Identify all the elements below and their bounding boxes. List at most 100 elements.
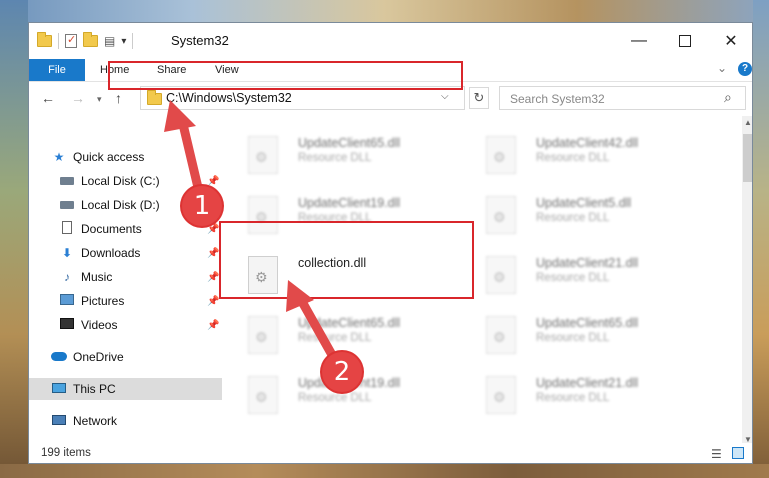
chevron-down-icon[interactable]: ⌵ [441,91,449,102]
divider [132,33,134,49]
sidebar-item-music[interactable]: ♪ Music 📌 [29,266,222,288]
pin-icon[interactable]: 📌 [207,272,219,283]
network-icon [51,414,67,428]
file-type: Resource DLL [298,332,372,344]
sidebar-item-label: Pictures [81,294,125,308]
sidebar-item-label: Videos [81,318,118,332]
file-tile[interactable]: UpdateClient21.dll Resource DLL [460,370,690,424]
close-icon: ✕ [724,33,738,50]
step-1-badge: 1 [182,186,222,226]
videos-icon [59,318,75,332]
dll-file-icon [486,136,516,174]
dll-file-icon [486,316,516,354]
search-icon: ⌕ [724,89,732,105]
minimize-icon: — [631,32,647,49]
maximize-button[interactable] [662,23,708,59]
pin-icon[interactable]: 📌 [207,176,219,187]
file-tile[interactable]: UpdateClient21.dll Resource DLL [460,250,690,304]
pin-icon[interactable]: 📌 [207,296,219,307]
sidebar-item-label: Network [73,414,118,428]
title-bar: ▤ ▾ System32 — ✕ [29,23,752,59]
sidebar-item-downloads[interactable]: ⬇ Downloads 📌 [29,242,222,264]
file-tile[interactable]: UpdateClient5.dll Resource DLL [460,190,690,244]
sidebar-item-onedrive[interactable]: OneDrive [29,346,222,368]
file-type: Resource DLL [298,152,372,164]
dll-file-icon [248,376,278,414]
scrollbar-thumb[interactable] [743,134,752,182]
file-name: UpdateClient65.dll [298,136,401,150]
item-count: 199 items [41,447,91,459]
sidebar-item-network[interactable]: Network [29,410,222,432]
file-type: Resource DLL [536,272,610,284]
up-arrow-icon[interactable]: ↑ [115,90,122,106]
file-tile[interactable]: UpdateClient42.dll Resource DLL [460,130,690,184]
star-icon: ★ [53,150,65,164]
sidebar-item-label: OneDrive [73,350,124,364]
properties-icon[interactable] [65,33,77,48]
sidebar-item-label: Downloads [81,246,141,260]
desktop-background [0,464,769,478]
maximize-icon [679,35,691,47]
sidebar-item-label: Local Disk (C:) [81,174,160,188]
dll-file-icon [486,196,516,234]
quick-access-toolbar: ▤ ▾ [37,32,134,49]
file-tile[interactable]: UpdateClient65.dll Resource DLL [460,310,690,364]
sidebar-item-label: Local Disk (D:) [81,198,160,212]
file-type: Resource DLL [536,392,610,404]
desktop-background [0,0,769,22]
vertical-scrollbar[interactable]: ▲ ▼ [742,116,752,446]
help-icon[interactable]: ? [738,62,752,76]
sidebar-item-label: Quick access [73,150,145,164]
tiles-view-icon[interactable] [732,447,744,459]
pin-icon[interactable]: 📌 [207,224,219,235]
desktop-background [753,0,769,478]
disk-icon [59,198,75,212]
file-name: UpdateClient21.dll [536,376,639,390]
file-type: Resource DLL [536,332,610,344]
pin-icon[interactable]: 📌 [207,320,219,331]
music-icon: ♪ [64,270,70,284]
dll-file-icon [486,376,516,414]
minimize-button[interactable]: — [616,23,662,59]
file-type: Resource DLL [536,152,610,164]
tab-file[interactable]: File [29,59,85,81]
folder-icon [147,90,162,105]
search-input[interactable]: Search System32 ⌕ [499,86,746,110]
pictures-icon [59,294,75,308]
desktop-background [0,0,28,478]
file-highlight [219,221,474,299]
forward-arrow-icon[interactable]: → [71,90,85,106]
pc-icon [51,382,67,396]
dll-file-icon [486,256,516,294]
recent-locations-icon[interactable]: ▾ [97,94,102,105]
divider [58,33,59,49]
refresh-button[interactable]: ↻ [469,87,489,109]
sidebar-item-label: Music [81,270,113,284]
scroll-up-icon[interactable]: ▲ [744,118,752,127]
file-tile[interactable]: UpdateClient65.dll Resource DLL [222,130,452,184]
address-bar-highlight [108,61,463,90]
file-type: Resource DLL [536,212,610,224]
details-view-icon[interactable]: ☰ [711,447,722,461]
sidebar-item-this-pc[interactable]: This PC [29,378,222,400]
window-title: System32 [171,33,229,48]
back-arrow-icon[interactable]: ← [41,90,55,106]
file-name: UpdateClient5.dll [536,196,632,210]
cloud-icon [51,350,67,364]
dll-file-icon [248,316,278,354]
downloads-icon: ⬇ [61,246,73,260]
sidebar-item-pictures[interactable]: Pictures 📌 [29,290,222,312]
pin-icon[interactable]: 📌 [207,248,219,259]
sidebar-item-videos[interactable]: Videos 📌 [29,314,222,336]
view-list-icon[interactable]: ▤ [104,34,115,48]
customize-toolbar-dropdown-icon[interactable]: ▾ [121,36,126,47]
expand-ribbon-icon[interactable]: ⌄ [717,61,727,75]
sidebar-item-quick-access[interactable]: ★ Quick access [29,146,222,168]
sidebar-item-label: This PC [73,382,116,396]
close-button[interactable]: ✕ [708,23,752,59]
new-folder-icon[interactable] [83,32,98,47]
file-name: UpdateClient42.dll [536,136,639,150]
navigation-pane: ★ Quick access Local Disk (C:) 📌 Local Disk … [29,116,222,446]
folder-icon [37,32,52,47]
dll-file-icon [248,136,278,174]
